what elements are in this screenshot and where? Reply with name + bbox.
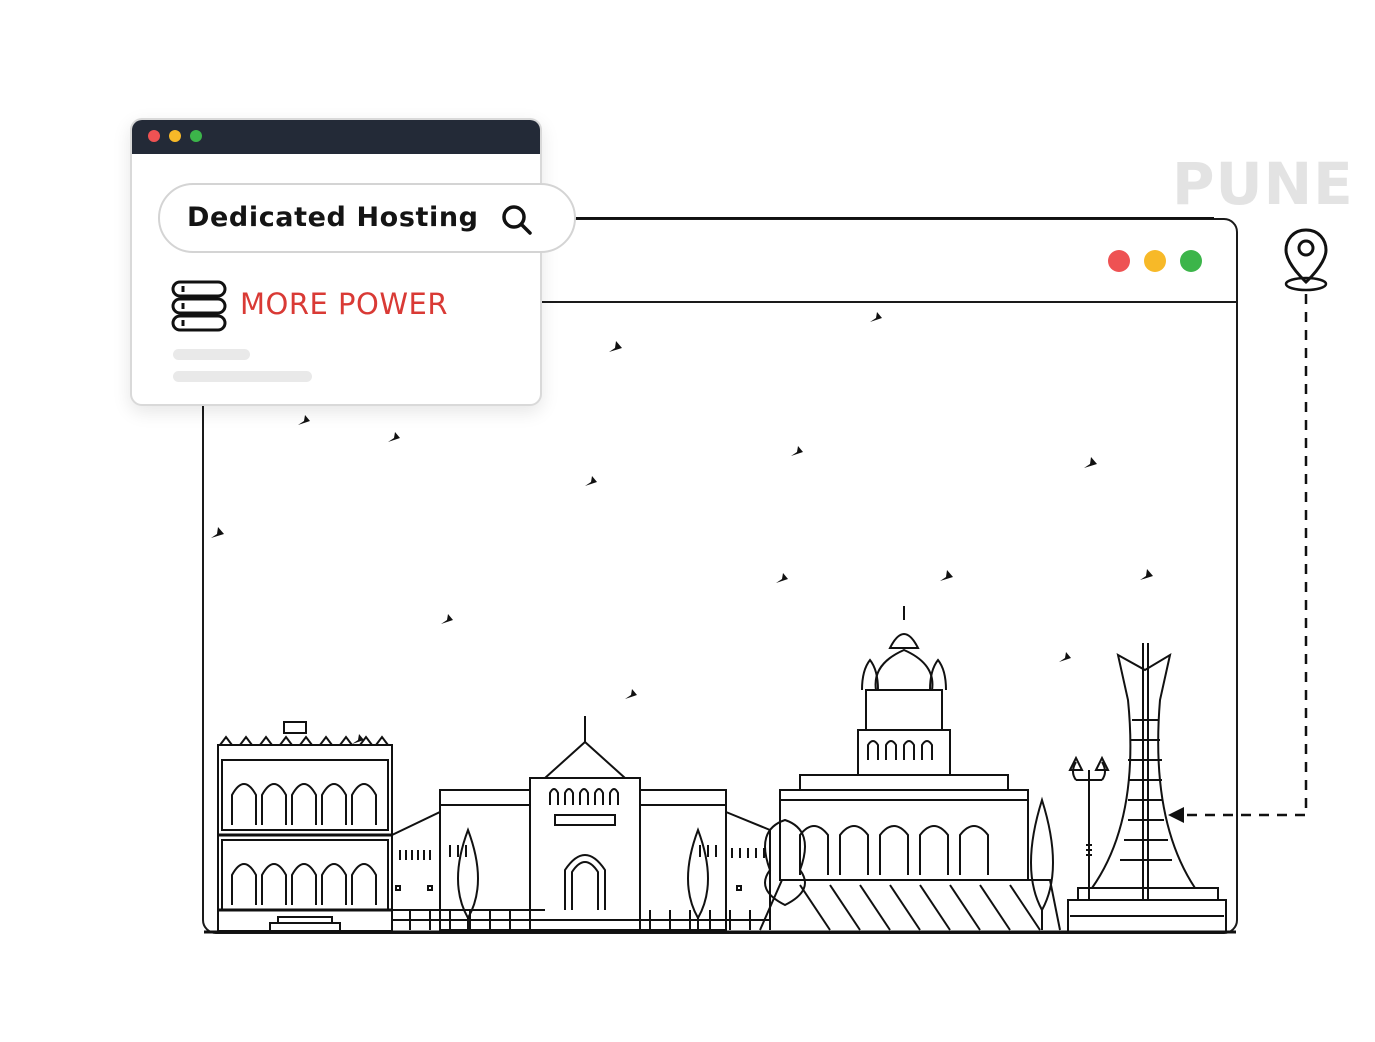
hosting-card <box>130 118 542 406</box>
window-controls <box>1108 250 1202 272</box>
close-dot[interactable] <box>1108 250 1130 272</box>
map-pin-icon <box>1284 228 1328 292</box>
card-minimize-dot[interactable] <box>169 130 181 142</box>
location-connector <box>1168 294 1308 823</box>
feature-headline: MORE POWER <box>240 287 448 321</box>
placeholder-line-long <box>173 371 312 382</box>
card-titlebar <box>132 120 540 154</box>
search-input[interactable]: Dedicated Hosting <box>187 202 479 233</box>
card-close-dot[interactable] <box>148 130 160 142</box>
search-bar[interactable]: Dedicated Hosting <box>158 183 576 253</box>
city-label: PUNE <box>1172 150 1354 218</box>
maximize-dot[interactable] <box>1180 250 1202 272</box>
minimize-dot[interactable] <box>1144 250 1166 272</box>
card-maximize-dot[interactable] <box>190 130 202 142</box>
placeholder-line-short <box>173 349 250 360</box>
card-window-controls <box>148 130 202 142</box>
server-icon <box>171 280 227 332</box>
search-icon[interactable] <box>500 203 534 237</box>
